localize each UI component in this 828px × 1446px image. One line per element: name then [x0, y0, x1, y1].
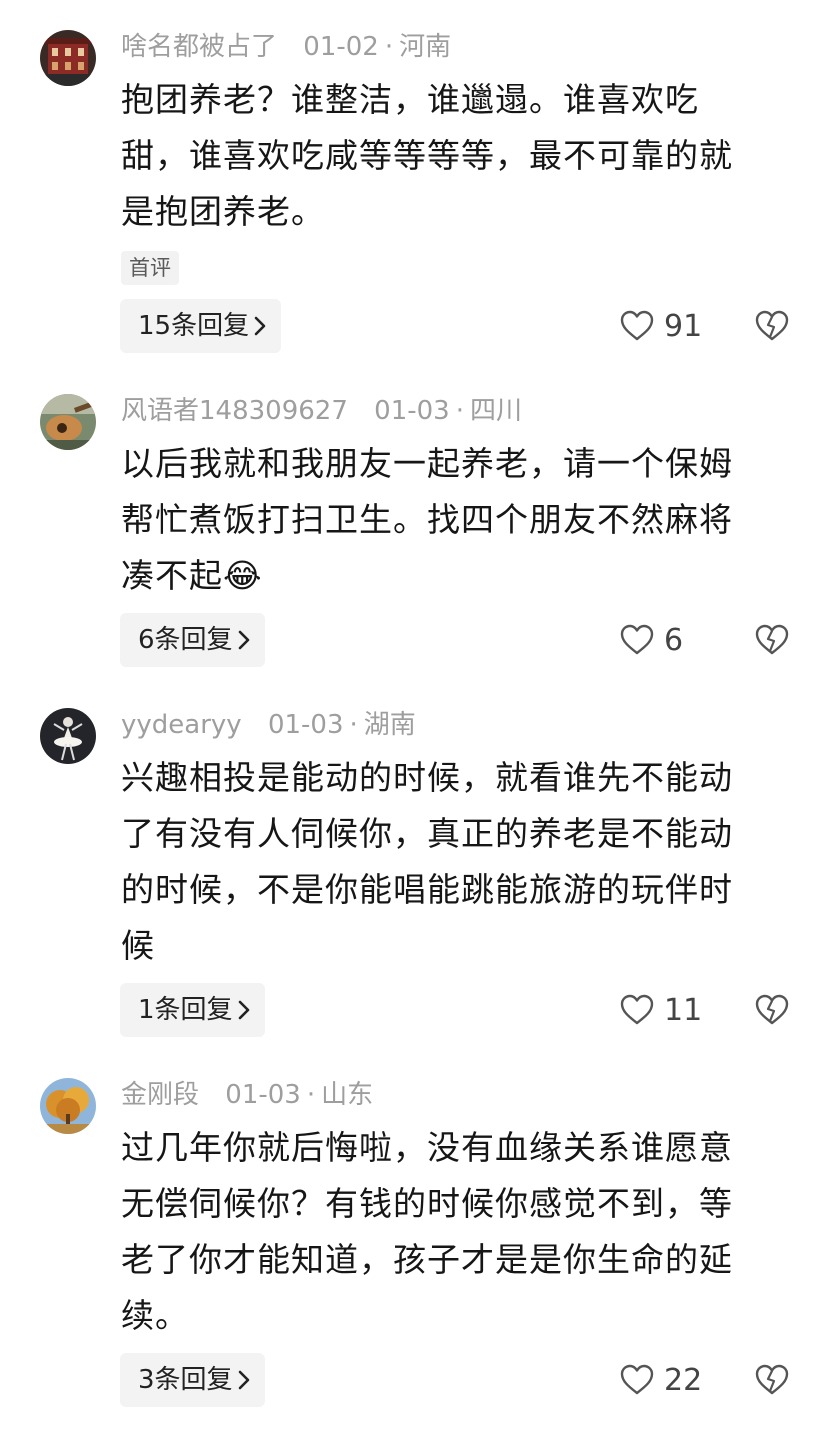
comment-date: 01-02 [303, 32, 379, 62]
comment-date: 01-03 [267, 710, 344, 740]
comment-text-line: 续。 [121, 1296, 189, 1335]
chevron-right-icon [238, 1370, 249, 1390]
comment-text-line: 兴趣相投是能动的时候，就看谁先不能动 [121, 758, 733, 797]
replies-label: 6条回复 [138, 625, 233, 655]
comment-date: 01-03 [374, 396, 450, 426]
comment-text-line: 帮忙煮饭打扫卫生。找四个朋友不然麻将 [121, 500, 733, 539]
like-count: 22 [664, 1362, 703, 1398]
comment-text: 兴趣相投是能动的时候，就看谁先不能动 了有没有人伺候你，真正的养老是不能动 的时… [121, 750, 791, 974]
username[interactable]: 啥名都被占了 [121, 32, 277, 62]
comment-meta: 金刚段 01-03 · 山东 [121, 1075, 373, 1115]
comment-text-line: 老了你才能知道，孩子才是是你生命的延 [121, 1240, 733, 1279]
view-replies-button[interactable]: 1条回复 [120, 983, 265, 1037]
comment-text-line: 是抱团养老。 [121, 192, 325, 231]
comment-text-line: 的时候，不是你能唱能跳能旅游的玩伴时 [121, 870, 733, 909]
replies-label: 3条回复 [138, 1365, 233, 1395]
chevron-right-icon [238, 1000, 249, 1020]
broken-heart-icon[interactable] [755, 310, 789, 342]
view-replies-button[interactable]: 3条回复 [120, 1353, 265, 1407]
username[interactable]: 风语者148309627 [121, 396, 348, 426]
comment-text-line: 以后我就和我朋友一起养老，请一个保姆 [121, 444, 733, 483]
separator-dot: · [306, 1080, 316, 1110]
comment-text: 过几年你就后悔啦，没有血缘关系谁愿意 无偿伺候你？有钱的时候你感觉不到，等 老了… [121, 1120, 791, 1344]
view-replies-button[interactable]: 15条回复 [120, 299, 282, 353]
comment-text-line: 甜，谁喜欢吃咸等等等等，最不可靠的就 [121, 136, 733, 175]
replies-label: 15条回复 [138, 311, 250, 341]
comment-date: 01-03 [225, 1080, 301, 1110]
view-replies-button[interactable]: 6条回复 [120, 613, 265, 667]
username[interactable]: yydearyy [121, 710, 242, 740]
heart-outline-icon [620, 310, 654, 341]
broken-heart-icon[interactable] [755, 624, 789, 656]
first-comment-badge: 首评 [121, 251, 179, 285]
comment-text: 以后我就和我朋友一起养老，请一个保姆 帮忙煮饭打扫卫生。找四个朋友不然麻将 凑不… [121, 436, 791, 604]
heart-outline-icon [620, 624, 654, 655]
broken-heart-icon[interactable] [755, 994, 789, 1026]
avatar[interactable] [40, 30, 96, 86]
avatar[interactable] [40, 708, 96, 764]
separator-dot: · [349, 710, 358, 740]
chevron-right-icon [254, 316, 266, 336]
avatar[interactable] [40, 394, 96, 450]
comment-meta: 啥名都被占了 01-02 · 河南 [121, 27, 451, 67]
avatar[interactable] [40, 1078, 96, 1134]
separator-dot: · [455, 396, 464, 426]
broken-heart-icon[interactable] [755, 1364, 789, 1396]
chevron-right-icon [238, 630, 249, 650]
heart-outline-icon [620, 994, 654, 1025]
comment-location: 四川 [469, 396, 522, 426]
comment-text-line: 过几年你就后悔啦，没有血缘关系谁愿意 [121, 1128, 733, 1167]
like-count: 91 [664, 308, 703, 344]
comment-meta: 风语者148309627 01-03 · 四川 [121, 391, 522, 431]
comment-text-line: 无偿伺候你？有钱的时候你感觉不到，等 [121, 1184, 733, 1223]
comment-text: 抱团养老？谁整洁，谁邋遢。谁喜欢吃 甜，谁喜欢吃咸等等等等，最不可靠的就 是抱团… [121, 72, 791, 240]
like-button[interactable]: 11 [620, 990, 702, 1030]
separator-dot: · [384, 32, 394, 62]
replies-label: 1条回复 [138, 995, 233, 1025]
like-button[interactable]: 6 [620, 620, 683, 660]
comment-location: 山东 [321, 1080, 374, 1110]
comment-text-line: 凑不起😂 [121, 556, 263, 595]
comment-location: 湖南 [363, 710, 416, 740]
comment-text-line: 了有没有人伺候你，真正的养老是不能动 [121, 814, 733, 853]
comment-meta: yydearyy 01-03 · 湖南 [121, 705, 416, 745]
comment-text-line: 候 [121, 926, 155, 965]
username[interactable]: 金刚段 [121, 1080, 199, 1110]
like-button[interactable]: 91 [620, 306, 702, 346]
heart-outline-icon [620, 1364, 654, 1395]
comment-text-line: 抱团养老？谁整洁，谁邋遢。谁喜欢吃 [121, 80, 699, 119]
like-count: 6 [664, 622, 684, 658]
comment-location: 河南 [399, 32, 452, 62]
like-button[interactable]: 22 [620, 1360, 702, 1400]
like-count: 11 [664, 992, 703, 1028]
